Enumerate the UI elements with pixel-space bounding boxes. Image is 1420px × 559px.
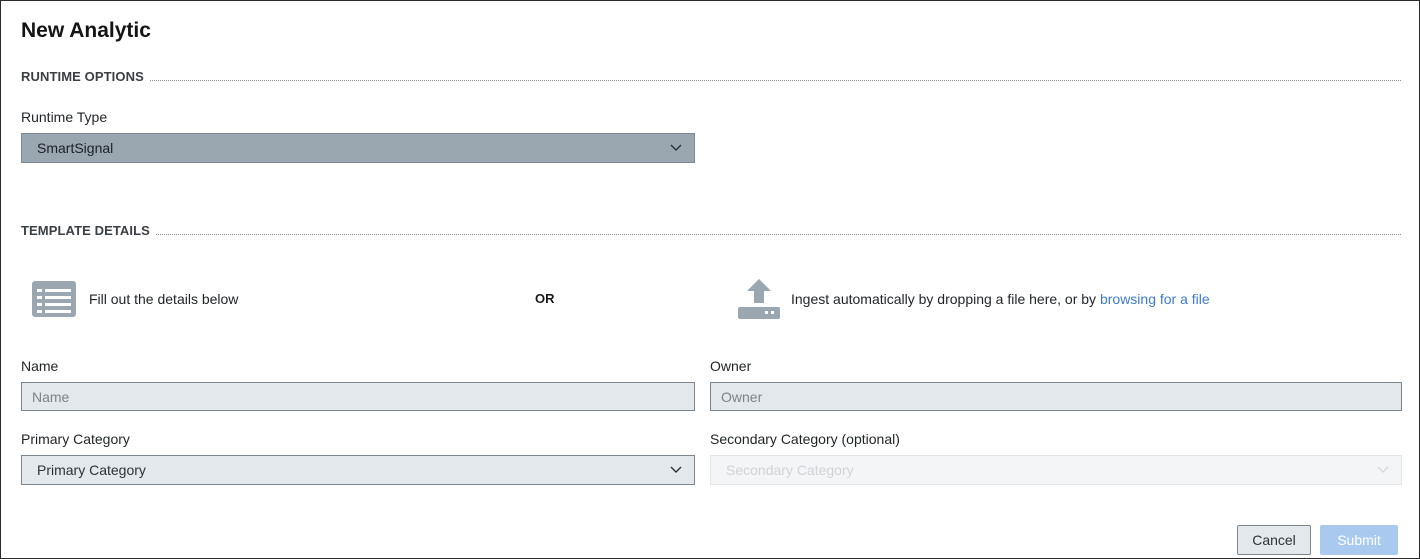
new-analytic-dialog: New Analytic RUNTIME OPTIONS Runtime Typ…	[0, 0, 1420, 559]
name-input[interactable]	[21, 382, 695, 411]
template-details-title: TEMPLATE DETAILS	[21, 223, 150, 238]
owner-label: Owner	[710, 358, 752, 374]
cancel-button[interactable]: Cancel	[1237, 525, 1311, 555]
fill-details-option[interactable]: Fill out the details below	[31, 279, 238, 319]
runtime-type-label: Runtime Type	[21, 109, 108, 125]
secondary-category-select[interactable]: Secondary Category	[710, 455, 1402, 485]
ingest-file-dropzone[interactable]: Ingest automatically by dropping a file …	[737, 279, 1210, 319]
runtime-type-select[interactable]: SmartSignal	[21, 133, 695, 163]
submit-button[interactable]: Submit	[1320, 525, 1398, 555]
owner-input[interactable]	[710, 382, 1402, 411]
chevron-down-icon	[670, 466, 682, 473]
browse-file-link[interactable]: browsing for a file	[1100, 291, 1210, 307]
chevron-down-icon	[670, 144, 682, 151]
list-form-icon	[32, 281, 76, 317]
ingest-text: Ingest automatically by dropping a file …	[791, 291, 1210, 307]
chevron-down-icon	[1377, 466, 1389, 473]
page-title: New Analytic	[21, 19, 151, 42]
template-details-header: TEMPLATE DETAILS	[21, 223, 1401, 238]
runtime-options-title: RUNTIME OPTIONS	[21, 69, 144, 84]
primary-category-select[interactable]: Primary Category	[21, 455, 695, 485]
primary-category-label: Primary Category	[21, 431, 130, 447]
name-label: Name	[21, 358, 59, 374]
fill-details-text: Fill out the details below	[89, 291, 239, 307]
runtime-type-value: SmartSignal	[37, 140, 114, 156]
upload-tray-icon	[738, 279, 780, 319]
primary-category-value: Primary Category	[37, 462, 146, 478]
section-divider	[155, 234, 1401, 235]
section-divider	[149, 80, 1401, 81]
ingest-description: Ingest automatically by dropping a file …	[791, 291, 1100, 307]
runtime-options-header: RUNTIME OPTIONS	[21, 69, 1401, 84]
or-separator: OR	[535, 291, 555, 306]
secondary-category-value: Secondary Category	[726, 462, 854, 478]
secondary-category-label: Secondary Category (optional)	[710, 431, 900, 447]
